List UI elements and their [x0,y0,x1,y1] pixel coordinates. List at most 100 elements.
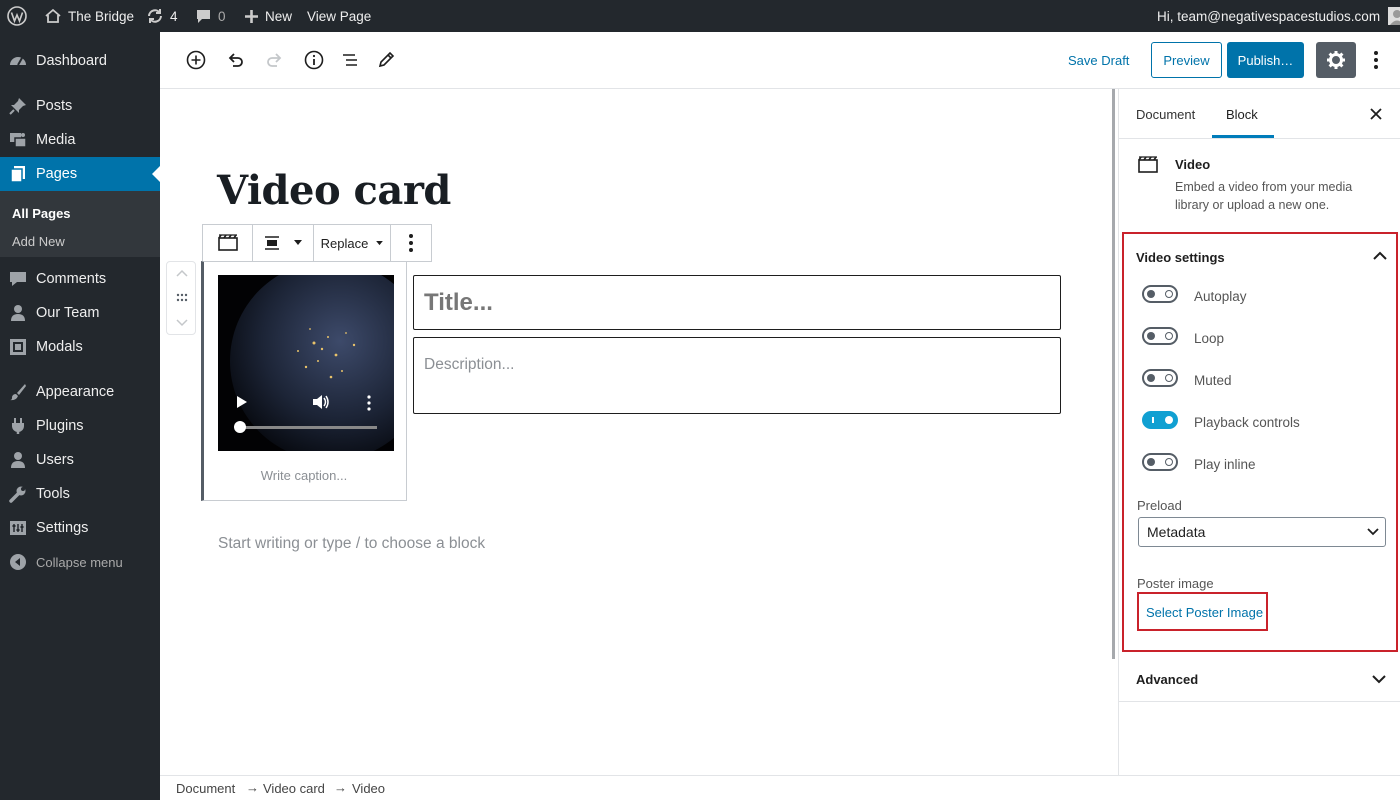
close-icon[interactable] [1370,108,1382,120]
settings-toggle-button[interactable] [1316,42,1356,78]
editor-canvas: Video card Replace Write caption... Titl… [160,89,1118,775]
more-options-icon[interactable] [1366,50,1386,70]
breadcrumb-document[interactable]: Document [176,781,235,796]
menu-item-appearance[interactable]: Appearance [0,375,160,409]
submenu-add-new[interactable]: Add New [12,234,65,249]
brush-icon [10,384,26,401]
toggle-label: Autoplay [1194,289,1247,304]
tab-block[interactable]: Block [1226,107,1258,122]
menu-label: Tools [36,486,70,502]
breadcrumb-video-card[interactable]: Video card [263,781,325,796]
video-player[interactable] [218,275,394,451]
move-up-icon[interactable] [176,269,188,277]
menu-item-users[interactable]: Users [0,443,160,477]
menu-item-pages[interactable]: Pages [0,157,160,191]
block-appender[interactable]: Start writing or type / to choose a bloc… [218,535,485,553]
replace-label: Replace [320,235,369,251]
loop-toggle[interactable] [1142,327,1178,345]
preload-select[interactable]: Metadata [1138,517,1386,547]
volume-icon[interactable] [312,394,330,410]
menu-label: Our Team [36,305,100,321]
tab-document[interactable]: Document [1136,107,1195,122]
caption-placeholder[interactable]: Write caption... [204,468,404,483]
muted-toggle[interactable] [1142,369,1178,387]
block-card: Video Embed a video from your media libr… [1119,140,1400,228]
drag-handle-icon[interactable] [176,293,188,303]
home-icon [45,8,61,23]
toggle-label: Playback controls [1194,415,1300,430]
tab-block-indicator [1212,135,1274,138]
menu-item-our-team[interactable]: Our Team [0,296,160,330]
advanced-panel[interactable]: Advanced [1119,657,1400,702]
toggle-label: Play inline [1194,457,1256,472]
site-name-link[interactable]: The Bridge [44,0,134,32]
playback-controls-toggle[interactable] [1142,411,1178,429]
play-inline-toggle[interactable] [1142,453,1178,471]
menu-item-tools[interactable]: Tools [0,477,160,511]
page-title[interactable]: Video card [217,167,451,214]
select-poster-highlight: Select Poster Image [1137,592,1268,631]
add-block-icon[interactable] [185,49,207,71]
menu-item-comments[interactable]: Comments [0,262,160,296]
block-type-button[interactable] [203,225,253,261]
card-title-placeholder: Title... [424,289,493,316]
comments-link[interactable]: 0 [195,0,226,32]
menu-item-plugins[interactable]: Plugins [0,409,160,443]
undo-icon[interactable] [224,49,246,71]
menu-label: Users [36,452,74,468]
publish-button[interactable]: Publish… [1227,42,1304,78]
modal-icon [10,339,26,355]
chevron-up-icon[interactable] [1373,251,1387,261]
admin-sidebar: Dashboard Posts Media Pages All Pages Ad… [0,32,160,800]
block-more-options-button[interactable] [391,225,431,261]
replace-button[interactable]: Replace [314,225,391,261]
view-page-link[interactable]: View Page [307,0,371,32]
edit-pencil-icon[interactable] [375,49,397,71]
updates-link[interactable]: 4 [146,0,178,32]
account-greeting[interactable]: Hi, team@negativespacestudios.com [1157,0,1400,32]
block-navigation-icon[interactable] [339,49,361,71]
wrench-icon [9,486,26,503]
canvas-scrollbar[interactable] [1112,89,1115,659]
settings-icon [10,521,26,535]
menu-item-media[interactable]: Media [0,123,160,157]
pin-icon [9,98,26,115]
wordpress-logo-icon[interactable] [7,0,27,32]
users-icon [11,452,25,468]
video-settings-title[interactable]: Video settings [1136,250,1225,265]
admin-bar: The Bridge 4 0 New View Page Hi, team@ne… [0,0,1400,32]
video-block[interactable]: Write caption... [201,261,407,501]
menu-item-posts[interactable]: Posts [0,89,160,123]
card-description-input[interactable]: Description... [413,337,1061,414]
collapse-menu-button[interactable]: Collapse menu [0,545,160,579]
settings-tabs: Document Block [1119,89,1400,139]
user-icon [11,305,25,321]
play-icon[interactable] [236,395,248,409]
info-icon[interactable] [303,49,325,71]
card-title-input[interactable]: Title... [413,275,1061,330]
align-dropdown-button[interactable] [253,225,314,261]
preload-label: Preload [1137,498,1182,513]
collapse-label: Collapse menu [36,554,123,570]
site-name: The Bridge [68,8,135,24]
redo-icon[interactable] [264,49,286,71]
new-label: New [265,8,293,24]
move-down-icon[interactable] [176,319,188,327]
new-content-link[interactable]: New [244,0,292,32]
menu-item-settings[interactable]: Settings [0,511,160,545]
menu-item-dashboard[interactable]: Dashboard [0,44,160,78]
video-more-icon[interactable] [366,395,372,411]
submenu-all-pages[interactable]: All Pages [12,206,71,221]
progress-handle[interactable] [234,421,246,433]
video-settings-panel: Video settings Autoplay Loop Muted Playb… [1122,232,1398,652]
autoplay-toggle[interactable] [1142,285,1178,303]
settings-sidebar: Document Block Video Embed a video from … [1118,89,1400,775]
menu-label: Comments [36,271,107,287]
dropdown-caret-icon [294,240,302,245]
breadcrumb-video[interactable]: Video [352,781,385,796]
select-poster-image-button[interactable]: Select Poster Image [1146,605,1263,620]
preview-button[interactable]: Preview [1151,42,1222,78]
save-draft-button[interactable]: Save Draft [1068,53,1129,68]
progress-bar[interactable] [236,426,377,429]
menu-item-modals[interactable]: Modals [0,330,160,364]
